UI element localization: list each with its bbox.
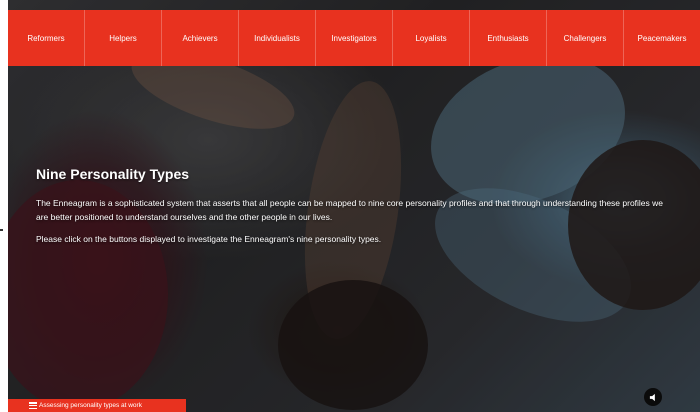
sound-toggle-button[interactable] bbox=[644, 388, 662, 406]
margin-marker bbox=[0, 229, 3, 231]
speaker-icon bbox=[649, 393, 655, 401]
nav-item-enthusiasts[interactable]: Enthusiasts bbox=[470, 10, 547, 66]
instruction-paragraph: Please click on the buttons displayed to… bbox=[36, 234, 382, 244]
page-title: Nine Personality Types bbox=[36, 166, 190, 182]
assessing-menu-label: Assessing personality types at work bbox=[39, 402, 142, 409]
nav-item-challengers[interactable]: Challengers bbox=[547, 10, 624, 66]
nav-item-investigators[interactable]: Investigators bbox=[316, 10, 393, 66]
nav-item-loyalists[interactable]: Loyalists bbox=[393, 10, 470, 66]
left-margin bbox=[0, 0, 8, 412]
assessing-menu-button[interactable]: Assessing personality types at work bbox=[8, 399, 186, 412]
nav-item-reformers[interactable]: Reformers bbox=[8, 10, 85, 66]
personality-type-nav: Reformers Helpers Achievers Individualis… bbox=[8, 10, 700, 66]
nav-item-achievers[interactable]: Achievers bbox=[162, 10, 239, 66]
nav-item-helpers[interactable]: Helpers bbox=[85, 10, 162, 66]
nav-item-individualists[interactable]: Individualists bbox=[239, 10, 316, 66]
hamburger-menu-icon bbox=[29, 402, 37, 410]
intro-paragraph: The Enneagram is a sophisticated system … bbox=[36, 198, 664, 222]
nav-item-peacemakers[interactable]: Peacemakers bbox=[624, 10, 700, 66]
intro-content: Nine Personality Types The Enneagram is … bbox=[36, 166, 676, 254]
